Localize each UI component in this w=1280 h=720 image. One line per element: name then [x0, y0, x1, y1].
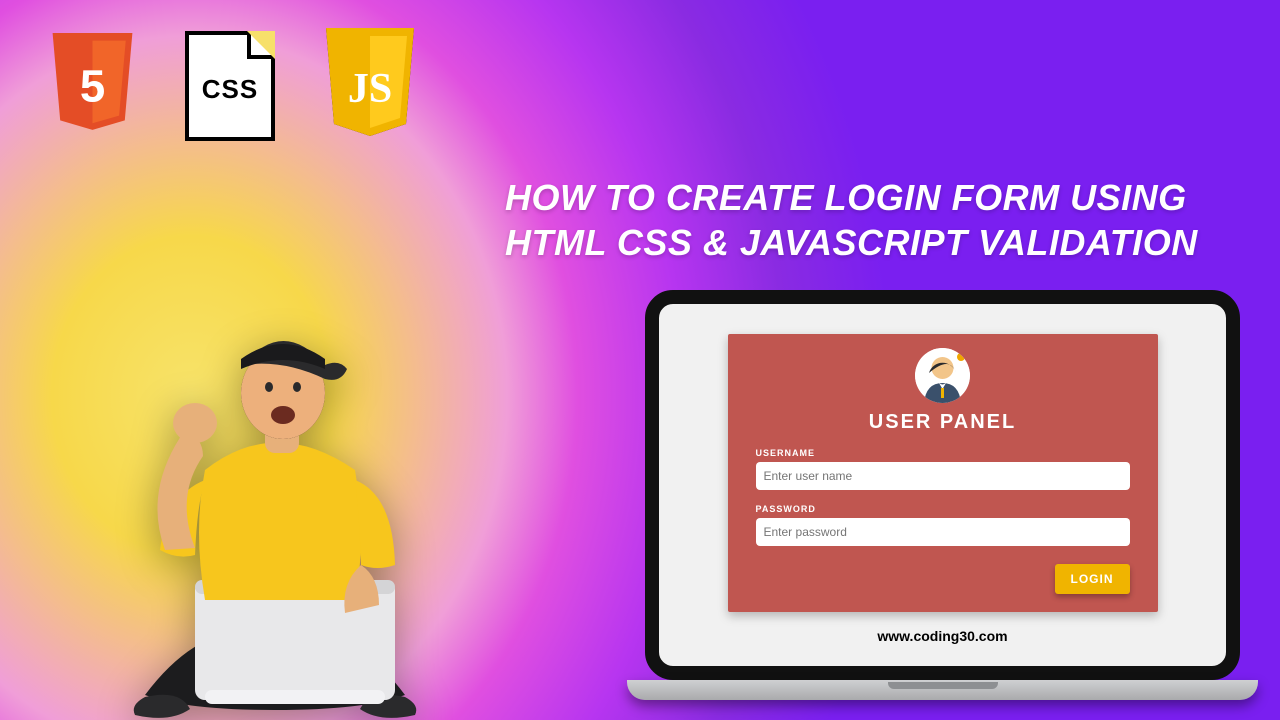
password-label: PASSWORD: [756, 504, 1130, 514]
laptop-base: [627, 680, 1258, 700]
username-field: USERNAME: [756, 448, 1130, 490]
heading-line1: HOW TO CREATE LOGIN FORM USING: [505, 175, 1198, 220]
username-input[interactable]: [756, 462, 1130, 490]
login-button[interactable]: LOGIN: [1055, 564, 1130, 594]
password-input[interactable]: [756, 518, 1130, 546]
person-with-laptop-illustration: [55, 265, 495, 720]
username-label: USERNAME: [756, 448, 1130, 458]
panel-title: USER PANEL: [869, 411, 1016, 434]
site-url: www.coding30.com: [877, 628, 1007, 644]
svg-text:JS: JS: [348, 66, 392, 112]
css-label: CSS: [202, 74, 258, 105]
css-file-icon: CSS: [185, 31, 275, 141]
laptop-screen: USER PANEL USERNAME PASSWORD LOGIN www.c…: [645, 290, 1240, 680]
laptop-mockup: USER PANEL USERNAME PASSWORD LOGIN www.c…: [645, 290, 1240, 700]
html5-icon: 5: [45, 33, 140, 138]
avatar-icon: [915, 348, 970, 403]
js-icon: JS: [320, 28, 420, 143]
password-field: PASSWORD: [756, 504, 1130, 546]
heading-line2: HTML CSS & JAVASCRIPT VALIDATION: [505, 220, 1198, 265]
page-title: HOW TO CREATE LOGIN FORM USING HTML CSS …: [505, 175, 1198, 265]
login-panel: USER PANEL USERNAME PASSWORD LOGIN: [728, 334, 1158, 612]
svg-text:5: 5: [80, 60, 105, 111]
tech-badges: 5 CSS JS: [45, 28, 420, 143]
